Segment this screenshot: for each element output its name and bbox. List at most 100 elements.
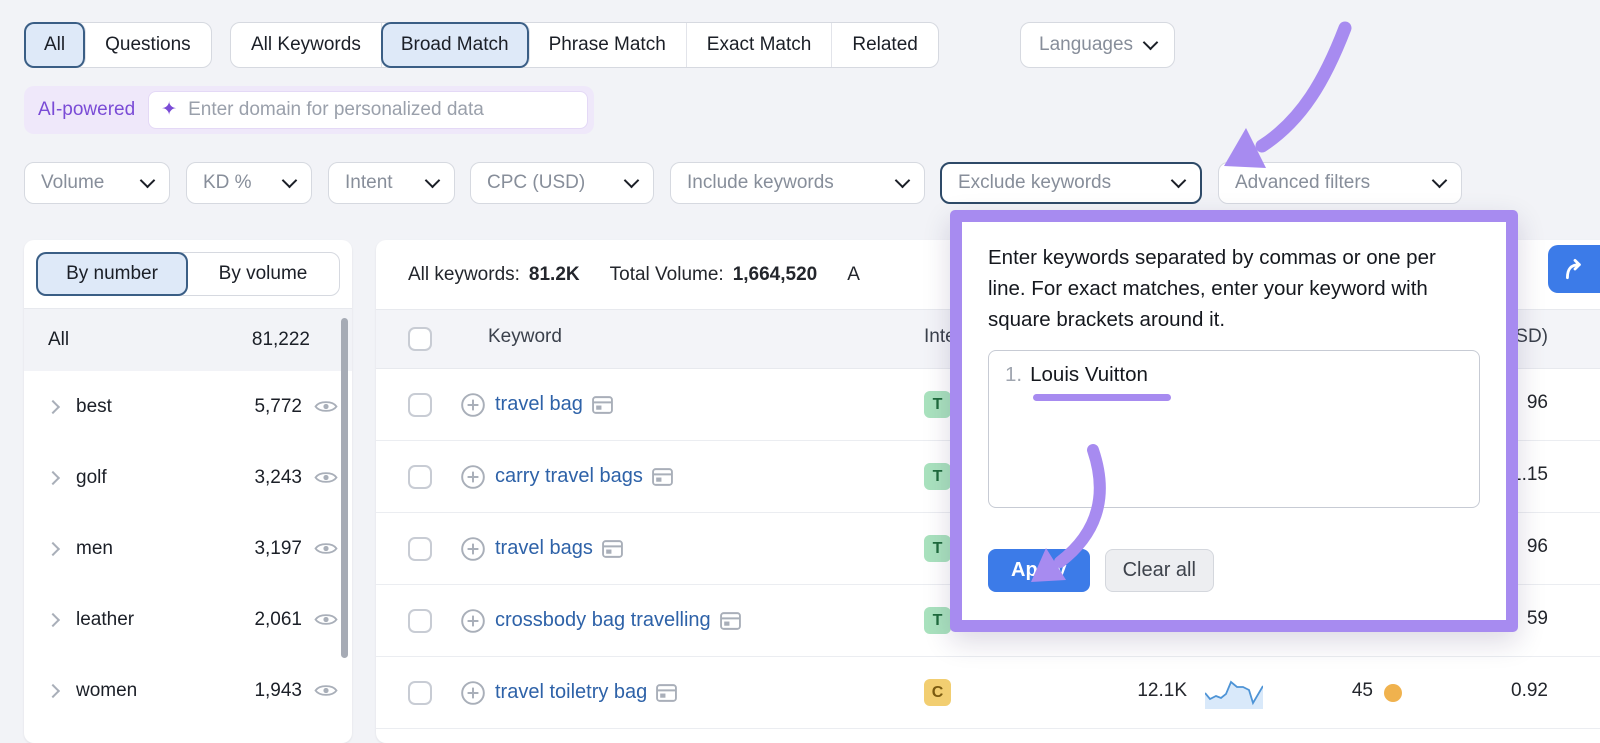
tab-all[interactable]: All: [24, 22, 87, 68]
group-label: best: [76, 395, 112, 417]
chevron-down-icon: [424, 172, 441, 188]
cpc-value: 96: [1526, 392, 1548, 413]
cpc-value: 0.92: [1511, 680, 1548, 701]
languages-dropdown[interactable]: Languages: [1020, 22, 1176, 68]
group-label: golf: [76, 466, 107, 488]
tab-questions[interactable]: Questions: [85, 23, 211, 67]
cpc-filter-dropdown[interactable]: CPC (USD): [470, 162, 654, 204]
table-row: travel toiletry bag C 12.1K 45 0.92: [376, 657, 1600, 729]
chevron-down-icon: [139, 172, 156, 188]
serp-preview-icon[interactable]: [601, 539, 623, 558]
chevron-down-icon: [281, 172, 298, 188]
chevron-right-icon: [45, 470, 61, 485]
eye-icon[interactable]: [314, 540, 338, 557]
include-keywords-dropdown[interactable]: Include keywords: [670, 162, 925, 204]
exclude-keywords-label: Exclude keywords: [958, 172, 1112, 193]
intent-badge: T: [924, 607, 951, 634]
ai-powered-badge: AI-powered: [38, 99, 136, 120]
intent-badge: T: [924, 391, 951, 418]
sidebar-all-label: All: [48, 329, 70, 350]
add-keyword-icon[interactable]: [460, 608, 486, 634]
chevron-down-icon: [1142, 34, 1159, 50]
eye-icon[interactable]: [314, 398, 338, 415]
column-header-keyword[interactable]: Keyword: [488, 326, 562, 348]
add-keyword-icon[interactable]: [460, 392, 486, 418]
group-count: 1,943: [254, 679, 302, 701]
keyword-underline-annotation: [1033, 394, 1171, 402]
languages-label: Languages: [1039, 34, 1134, 55]
tab-broad-match[interactable]: Broad Match: [380, 22, 530, 68]
exclude-keywords-textarea[interactable]: 1. Louis Vuitton: [988, 350, 1480, 509]
intent-filter-dropdown[interactable]: Intent: [328, 162, 455, 204]
add-keyword-icon[interactable]: [460, 536, 486, 562]
row-checkbox[interactable]: [408, 465, 432, 489]
sidebar-item-leather[interactable]: leather 2,061: [24, 584, 352, 655]
row-checkbox[interactable]: [408, 609, 432, 633]
tab-related[interactable]: Related: [832, 23, 938, 67]
chevron-right-icon: [45, 612, 61, 627]
intent-filter-label: Intent: [345, 172, 393, 193]
tab-phrase-match[interactable]: Phrase Match: [529, 23, 687, 67]
row-checkbox[interactable]: [408, 681, 432, 705]
exclude-keywords-dropdown[interactable]: Exclude keywords: [940, 162, 1202, 204]
eye-icon[interactable]: [314, 611, 338, 628]
match-type-tab-group: All Keywords Broad Match Phrase Match Ex…: [230, 22, 939, 68]
advanced-filters-dropdown[interactable]: Advanced filters: [1218, 162, 1462, 204]
sidebar-scrollbar-thumb[interactable]: [341, 318, 348, 658]
kd-filter-dropdown[interactable]: KD %: [186, 162, 312, 204]
row-checkbox[interactable]: [408, 393, 432, 417]
serp-preview-icon[interactable]: [651, 467, 673, 486]
intent-badge: T: [924, 535, 951, 562]
row-checkbox[interactable]: [408, 537, 432, 561]
sidebar-item-best[interactable]: best 5,772: [24, 371, 352, 442]
keyword-magic-tool-screen: All Questions All Keywords Broad Match P…: [0, 0, 1600, 743]
sort-by-volume-button[interactable]: By volume: [187, 253, 339, 295]
tab-exact-match[interactable]: Exact Match: [687, 23, 833, 67]
group-count: 3,197: [254, 537, 302, 559]
exclude-keywords-popup: Enter keywords separated by commas or on…: [950, 210, 1518, 632]
share-arrow-icon: [1566, 258, 1581, 280]
keyword-link[interactable]: travel bags: [495, 537, 593, 560]
keyword-link[interactable]: carry travel bags: [495, 465, 643, 488]
sidebar-item-men[interactable]: men 3,197: [24, 513, 352, 584]
total-volume-value: 1,664,520: [732, 263, 818, 285]
serp-preview-icon[interactable]: [656, 683, 678, 702]
keyword-link[interactable]: crossbody bag travelling: [495, 609, 711, 632]
sidebar-all-count: 81,222: [251, 329, 310, 350]
group-label: leather: [76, 608, 135, 630]
keyword-link[interactable]: travel bag: [495, 393, 583, 416]
keyword-link[interactable]: travel toiletry bag: [495, 681, 647, 704]
group-label: men: [76, 537, 113, 559]
kd-filter-label: KD %: [203, 172, 252, 193]
export-button[interactable]: [1548, 245, 1600, 293]
volume-filter-dropdown[interactable]: Volume: [24, 162, 170, 204]
domain-input[interactable]: [186, 98, 576, 122]
tab-all-keywords[interactable]: All Keywords: [231, 23, 382, 67]
intent-badge: C: [924, 679, 951, 706]
apply-button[interactable]: Apply: [988, 549, 1090, 593]
clear-all-button[interactable]: Clear all: [1104, 549, 1214, 593]
sidebar-item-women[interactable]: women 1,943: [24, 655, 352, 726]
entered-keyword: Louis Vuitton: [1030, 363, 1148, 387]
volume-value: 12.1K: [1137, 680, 1187, 701]
group-count: 2,061: [254, 608, 302, 630]
chevron-right-icon: [45, 399, 61, 414]
serp-preview-icon[interactable]: [591, 395, 613, 414]
eye-icon[interactable]: [314, 469, 338, 486]
add-keyword-icon[interactable]: [460, 680, 486, 706]
kd-value: 45: [1351, 680, 1373, 701]
advanced-filters-label: Advanced filters: [1235, 172, 1371, 193]
add-keyword-icon[interactable]: [460, 464, 486, 490]
popup-instructions: Enter keywords separated by commas or on…: [988, 246, 1436, 331]
serp-preview-icon[interactable]: [719, 611, 741, 630]
domain-input-wrap[interactable]: ✦: [148, 91, 589, 129]
eye-icon[interactable]: [314, 682, 338, 699]
sidebar-item-all[interactable]: All 81,222: [24, 308, 352, 371]
sidebar-item-golf[interactable]: golf 3,243: [24, 442, 352, 513]
sort-by-number-button[interactable]: By number: [36, 252, 188, 296]
group-count: 5,772: [254, 395, 302, 417]
select-all-checkbox[interactable]: [408, 327, 432, 351]
sparkle-icon: ✦: [161, 98, 178, 120]
volume-filter-label: Volume: [41, 172, 105, 193]
cpc-value: 59: [1526, 608, 1548, 629]
